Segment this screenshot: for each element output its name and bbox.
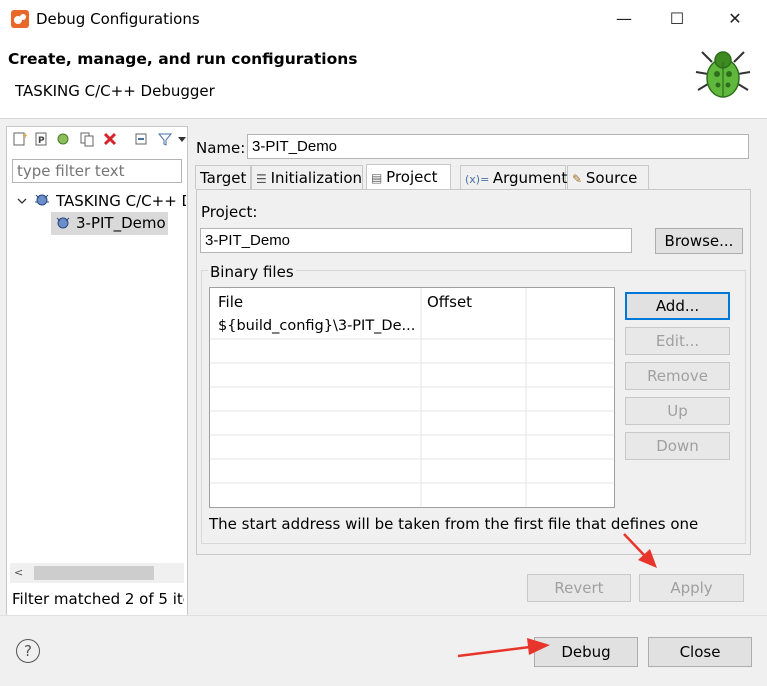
browse-button[interactable]: Browse... (655, 228, 743, 254)
filter-input[interactable] (12, 159, 182, 183)
down-button[interactable]: Down (625, 432, 730, 460)
remove-button[interactable]: Remove (625, 362, 730, 390)
tab-arguments[interactable]: (x)= Arguments (460, 165, 575, 189)
delete-icon[interactable] (102, 131, 118, 147)
source-icon: ✎ (572, 172, 586, 186)
name-label: Name: (196, 139, 246, 157)
collapse-all-icon[interactable] (134, 131, 150, 147)
scroll-left-icon[interactable]: < (14, 566, 23, 579)
edit-button[interactable]: Edit... (625, 327, 730, 355)
tab-project[interactable]: ▤ Project (366, 164, 451, 190)
start-address-note: The start address will be taken from the… (209, 515, 699, 533)
table-cell-file: ${build_config}\3-PIT_De... (218, 318, 416, 334)
chevron-down-icon[interactable] (16, 195, 28, 207)
document-icon: ▤ (371, 171, 387, 185)
tab-initialization[interactable]: ☰ Initialization (251, 165, 363, 189)
launch-config-icon (56, 217, 70, 229)
debug-app-icon (11, 10, 29, 28)
help-icon[interactable]: ? (16, 639, 40, 663)
duplicate-icon[interactable] (79, 131, 95, 147)
binary-files-title: Binary files (208, 263, 296, 281)
column-header-offset[interactable]: Offset (427, 293, 472, 311)
list-icon: ☰ (256, 172, 271, 186)
add-button[interactable]: Add... (625, 292, 730, 320)
column-header-file[interactable]: File (218, 293, 243, 311)
tab-target[interactable]: Target (195, 165, 251, 189)
up-button[interactable]: Up (625, 397, 730, 425)
revert-button[interactable]: Revert (527, 574, 631, 602)
close-window-icon[interactable]: ✕ (720, 4, 750, 34)
svg-text:P: P (38, 136, 45, 146)
export-icon[interactable] (55, 131, 71, 147)
arguments-icon: (x)= (465, 173, 493, 186)
tasking-debugger-icon (35, 194, 49, 206)
filter-status-text: Filter matched 2 of 5 items (12, 590, 184, 608)
footer-divider (0, 615, 767, 616)
close-button[interactable]: Close (648, 637, 752, 667)
minimize-icon[interactable]: — (609, 4, 639, 34)
config-name-input[interactable] (247, 134, 749, 159)
apply-button[interactable]: Apply (639, 574, 744, 602)
tab-source[interactable]: ✎ Source (567, 165, 649, 189)
dialog-title: Create, manage, and run configurations (8, 50, 358, 68)
tree-item-3-pit-demo[interactable]: 3-PIT_Demo (76, 214, 166, 232)
svg-text:+: + (22, 131, 27, 140)
new-config-icon[interactable]: + (11, 131, 27, 147)
debug-button[interactable]: Debug (534, 637, 638, 667)
tree-item-tasking-debugger[interactable]: TASKING C/C++ Debugger (56, 192, 186, 210)
window-title: Debug Configurations (36, 10, 200, 28)
project-input[interactable] (200, 228, 632, 253)
filter-icon[interactable] (157, 131, 173, 147)
new-prototype-icon[interactable]: P (33, 131, 49, 147)
scrollbar-thumb[interactable] (34, 566, 154, 580)
dialog-subtitle: TASKING C/C++ Debugger (15, 82, 215, 100)
maximize-icon[interactable]: ☐ (662, 4, 692, 34)
bug-icon (695, 51, 751, 98)
binary-files-table[interactable]: File Offset ${build_config}\3-PIT_De... (209, 287, 615, 508)
project-label: Project: (201, 203, 258, 221)
table-row[interactable]: ${build_config}\3-PIT_De... (210, 315, 614, 339)
view-menu-icon[interactable] (178, 135, 186, 143)
